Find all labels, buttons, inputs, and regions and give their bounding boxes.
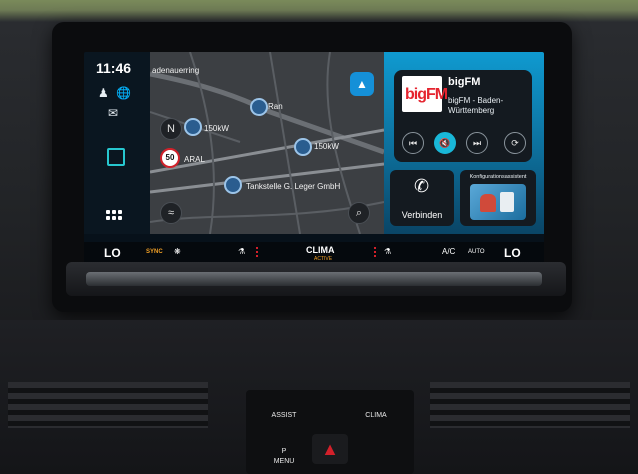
apps-icon[interactable]	[106, 210, 124, 222]
charger-pin[interactable]	[184, 118, 202, 136]
seat-heat-right-icon[interactable]: ⚗	[384, 247, 391, 256]
station-subtitle: bigFM - Baden-Württemberg	[448, 96, 504, 115]
next-icon[interactable]: ⏭	[466, 132, 488, 154]
seat-heat-level-right	[374, 247, 376, 257]
touch-slider-panel	[66, 262, 566, 296]
hardware-controls: ASSIST CLIMA ▲ P MENU	[246, 390, 414, 474]
clock: 11:46	[96, 60, 132, 76]
clima-button[interactable]: CLIMA	[306, 245, 335, 255]
config-assistant-widget[interactable]: Konfigurationsassistent	[460, 170, 536, 226]
temperature-slider[interactable]	[86, 272, 542, 286]
sync-button[interactable]: SYNC	[146, 249, 163, 255]
seat-heat-level-left	[256, 247, 258, 257]
air-vent-left	[8, 382, 208, 428]
auto-button[interactable]: AUTO	[468, 249, 485, 255]
fan-icon[interactable]: ❋	[174, 247, 181, 256]
left-temperature[interactable]: LO	[104, 246, 121, 260]
widget-panel: bigFM bigFM bigFM - Baden-Württemberg ⏮ …	[384, 52, 544, 234]
clima-hardware-button[interactable]: CLIMA	[356, 412, 396, 419]
hazard-icon[interactable]: ▲	[312, 434, 348, 464]
assist-button[interactable]: ASSIST	[264, 412, 304, 419]
status-column: 11:46 ♟ 🌐 ✉	[84, 52, 150, 234]
park-symbol: P	[281, 448, 287, 455]
station-logo: bigFM	[402, 76, 448, 112]
message-icon[interactable]: ✉	[108, 106, 118, 120]
seat-heat-left-icon[interactable]: ⚗	[238, 247, 245, 256]
previous-icon[interactable]: ⏮	[402, 132, 424, 154]
phone-widget[interactable]: ✆ Verbinden	[390, 170, 454, 226]
config-title: Konfigurationsassistent	[469, 174, 527, 180]
gas-station-pin[interactable]	[224, 176, 242, 194]
infotainment-screen: 11:46 ♟ 🌐 ✉ adenauerring Ran N 150kW 150…	[84, 52, 544, 264]
map-street-label: adenauerring	[152, 66, 200, 75]
station-name: bigFM	[448, 76, 481, 88]
speed-limit-sign: 50	[160, 148, 180, 168]
mute-icon[interactable]: 🔇	[434, 132, 456, 154]
phone-icon: ✆	[414, 176, 430, 196]
poi-pin[interactable]	[250, 98, 268, 116]
config-illustration	[470, 184, 526, 220]
poi-label: ARAL	[184, 155, 205, 164]
climate-bar: LO SYNC ❋ ⚗ CLIMA ACTIVE ⚗ A/C AUTO LO	[84, 242, 544, 264]
charger-pin[interactable]	[294, 138, 312, 156]
traffic-icon[interactable]: ≈	[160, 202, 182, 224]
right-temperature[interactable]: LO	[504, 246, 521, 260]
radio-widget[interactable]: bigFM bigFM bigFM - Baden-Württemberg ⏮ …	[394, 70, 532, 162]
connect-label: Verbinden	[401, 210, 443, 220]
search-icon[interactable]: ⌕	[348, 202, 370, 224]
sources-icon[interactable]: ⟳	[504, 132, 526, 154]
globe-icon[interactable]: 🌐	[116, 86, 131, 100]
north-arrow-icon[interactable]: N	[160, 118, 182, 140]
navigation-icon[interactable]: ▲	[350, 72, 374, 96]
menu-button[interactable]: MENU	[264, 458, 304, 465]
home-button[interactable]	[107, 148, 125, 166]
navigation-map[interactable]: adenauerring Ran N 150kW 150kW 50 ARAL T…	[150, 52, 384, 234]
poi-label: Ran	[268, 102, 283, 111]
air-vent-right	[430, 382, 630, 428]
poi-label: Tankstelle G. Leger GmbH	[246, 182, 341, 191]
charger-label: 150kW	[204, 124, 229, 133]
charger-label: 150kW	[314, 142, 339, 151]
profile-icon[interactable]: ♟	[98, 86, 109, 100]
ac-button[interactable]: A/C	[442, 247, 455, 256]
